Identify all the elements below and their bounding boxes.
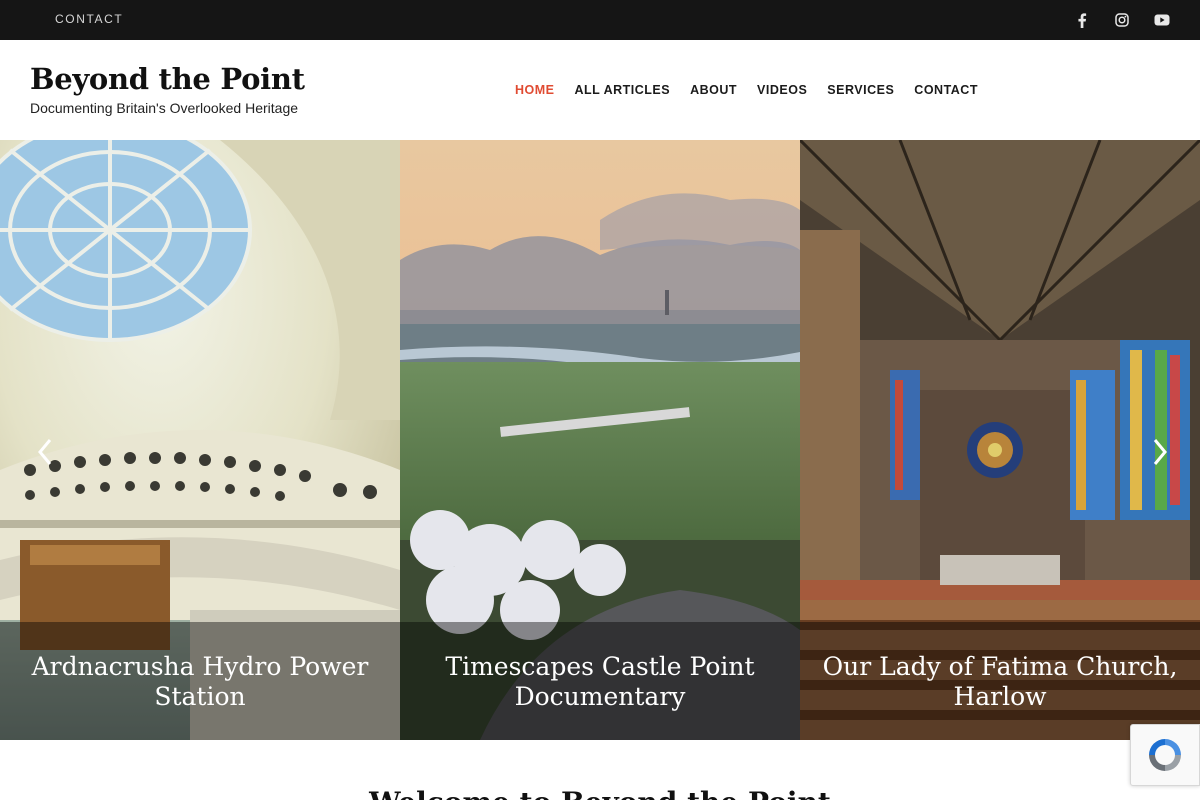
- site-title[interactable]: Beyond the Point: [30, 62, 305, 96]
- nav-item-about[interactable]: ABOUT: [690, 83, 737, 97]
- slide-1-caption[interactable]: Ardnacrusha Hydro Power Station: [0, 652, 400, 712]
- facebook-icon[interactable]: [1074, 12, 1090, 28]
- hero-slide-3[interactable]: Our Lady of Fatima Church, Harlow: [800, 140, 1200, 740]
- hero-slider: Ardnacrusha Hydro Power Station Timescap…: [0, 140, 1200, 740]
- nav-item-services[interactable]: SERVICES: [827, 83, 894, 97]
- nav-item-all-articles[interactable]: ALL ARTICLES: [575, 83, 671, 97]
- recaptcha-icon: [1149, 739, 1181, 771]
- recaptcha-badge[interactable]: [1130, 724, 1200, 786]
- youtube-icon[interactable]: [1154, 12, 1170, 28]
- slide-2-caption[interactable]: Timescapes Castle Point Documentary: [400, 652, 800, 712]
- hero-slide-2[interactable]: Timescapes Castle Point Documentary: [400, 140, 800, 740]
- top-contact-link[interactable]: CONTACT: [55, 12, 123, 26]
- social-links: [1074, 12, 1170, 28]
- top-bar: CONTACT: [0, 0, 1200, 40]
- chevron-right-icon[interactable]: [1145, 432, 1175, 472]
- slide-3-caption[interactable]: Our Lady of Fatima Church, Harlow: [800, 652, 1200, 712]
- site-header: Beyond the Point Documenting Britain's O…: [0, 40, 1200, 140]
- chevron-left-icon[interactable]: [30, 432, 60, 472]
- main-nav: HOME ALL ARTICLES ABOUT VIDEOS SERVICES …: [515, 83, 998, 97]
- nav-item-contact[interactable]: CONTACT: [914, 83, 978, 97]
- welcome-heading: Welcome to Beyond the Point: [0, 786, 1200, 800]
- nav-item-home[interactable]: HOME: [515, 83, 555, 97]
- site-tagline: Documenting Britain's Overlooked Heritag…: [30, 100, 299, 116]
- instagram-icon[interactable]: [1114, 12, 1130, 28]
- nav-item-videos[interactable]: VIDEOS: [757, 83, 807, 97]
- hero-slide-1[interactable]: Ardnacrusha Hydro Power Station: [0, 140, 400, 740]
